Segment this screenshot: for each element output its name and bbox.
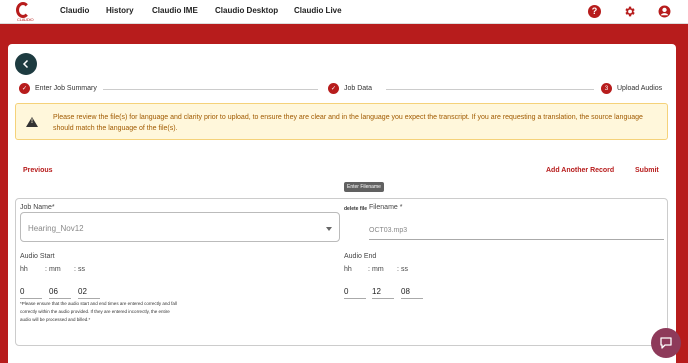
job-name-label: Job Name* [20, 204, 55, 211]
warning-icon: ! [26, 117, 38, 127]
chat-button[interactable] [651, 328, 681, 358]
step-label: Upload Audios [617, 85, 663, 92]
job-name-value: Hearing_Nov12 [28, 224, 84, 233]
end-hh-label: hh [344, 266, 352, 273]
audio-start-label: Audio Start [20, 253, 55, 260]
nav-item-history[interactable]: History [106, 6, 134, 15]
alert-text: Please review the file(s) for language a… [53, 114, 643, 132]
time-entry-note: *Please ensure that the audio start and … [20, 301, 177, 322]
end-mm-label: mm [372, 266, 384, 273]
filename-input[interactable]: OCT03.mp3 [369, 224, 664, 240]
audio-record-form: Job Name* Hearing_Nov12 delete file File… [15, 198, 668, 346]
help-icon[interactable]: ? [588, 5, 601, 18]
start-mm-label: mm [49, 266, 61, 273]
end-mm-input[interactable]: 12 [372, 287, 394, 299]
end-hh-input[interactable]: 0 [344, 287, 366, 299]
job-name-select[interactable]: Hearing_Nov12 [20, 212, 340, 242]
add-another-record-button[interactable]: Add Another Record [546, 167, 614, 174]
nav-item-claudio[interactable]: Claudio [60, 6, 89, 15]
start-hh-label: hh [20, 266, 28, 273]
gear-icon[interactable] [623, 5, 636, 18]
back-button[interactable] [15, 53, 37, 75]
end-ss-label: ss [401, 266, 408, 273]
step-job-data: ✓ Job Data [328, 83, 372, 94]
start-mm-input[interactable]: 06 [49, 287, 71, 299]
top-nav: CLAUDIO Claudio History Claudio IME Clau… [0, 0, 688, 24]
chat-icon [660, 337, 672, 349]
nav-item-claudio-live[interactable]: Claudio Live [294, 6, 342, 15]
claudio-logo[interactable]: CLAUDIO [16, 2, 34, 22]
check-icon: ✓ [328, 83, 339, 94]
step-label: Enter Job Summary [35, 85, 97, 92]
check-icon: ✓ [19, 83, 30, 94]
submit-button[interactable]: Submit [635, 167, 659, 174]
account-icon[interactable] [658, 5, 671, 18]
start-hh-input[interactable]: 0 [20, 287, 42, 299]
nav-item-claudio-desktop[interactable]: Claudio Desktop [215, 6, 278, 15]
delete-file-link[interactable]: delete file [344, 206, 367, 212]
warning-alert: ! Please review the file(s) for language… [15, 103, 668, 140]
step-label: Job Data [344, 85, 373, 92]
filename-tooltip: Enter Filename [344, 182, 384, 192]
start-ss-input[interactable]: 02 [78, 287, 100, 299]
filename-label: Filename * [369, 204, 403, 211]
end-ss-input[interactable]: 08 [401, 287, 423, 299]
start-ss-label: ss [78, 266, 85, 273]
step-enter-job-summary: ✓ Enter Job Summary [19, 83, 97, 94]
logo-subtext: CLAUDIO [17, 17, 34, 22]
nav-item-claudio-ime[interactable]: Claudio IME [152, 6, 198, 15]
previous-button[interactable]: Previous [23, 167, 53, 174]
caret-down-icon [326, 227, 332, 231]
chevron-left-icon [22, 59, 29, 69]
step-upload-audios: 3 Upload Audios [601, 83, 662, 94]
stepper-line [103, 89, 318, 90]
main-card: ✓ Enter Job Summary ✓ Job Data 3 Upload … [8, 44, 676, 363]
stepper-line [386, 89, 594, 90]
audio-end-label: Audio End [344, 253, 377, 260]
step-number: 3 [601, 83, 612, 94]
